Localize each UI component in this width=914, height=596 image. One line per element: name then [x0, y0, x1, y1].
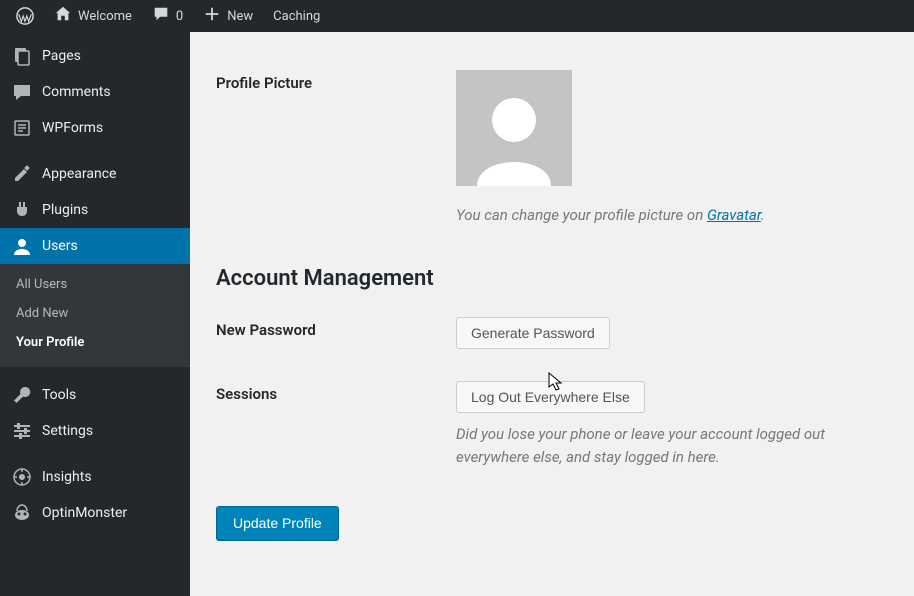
wp-logo[interactable] — [8, 0, 42, 32]
update-profile-button[interactable]: Update Profile — [216, 506, 339, 540]
new-password-label: New Password — [216, 301, 456, 365]
comment-icon — [152, 5, 170, 27]
sidebar-item-label: OptinMonster — [42, 505, 127, 521]
site-title: Welcome — [78, 9, 132, 24]
new-content-link[interactable]: New — [195, 0, 261, 32]
sidebar-item-label: Tools — [42, 387, 76, 403]
sidebar-submenu: All UsersAdd NewYour Profile — [0, 264, 190, 367]
sidebar-item-label: Settings — [42, 423, 93, 439]
sidebar-item-users[interactable]: Users — [0, 228, 190, 264]
sidebar-item-insights[interactable]: Insights — [0, 459, 190, 495]
users-icon — [12, 236, 32, 256]
admin-sidebar: Pages Comments WPForms Appearance Plugins Use… — [0, 32, 190, 596]
gravatar-desc: You can change your profile picture on G… — [456, 206, 888, 224]
appearance-icon — [12, 164, 32, 184]
sidebar-item-label: Pages — [42, 48, 81, 64]
account-management-heading: Account Management — [216, 266, 888, 291]
comments-link[interactable]: 0 — [144, 0, 191, 32]
sidebar-item-label: Plugins — [42, 202, 88, 218]
home-icon — [54, 5, 72, 27]
caching-label: Caching — [273, 9, 320, 24]
caching-link[interactable]: Caching — [265, 0, 328, 32]
sidebar-item-label: Users — [42, 238, 78, 254]
profile-picture-label: Profile Picture — [216, 54, 456, 240]
sidebar-subitem-your-profile[interactable]: Your Profile — [0, 328, 190, 357]
optin-icon — [12, 503, 32, 523]
sidebar-item-appearance[interactable]: Appearance — [0, 156, 190, 192]
logout-everywhere-button[interactable]: Log Out Everywhere Else — [456, 381, 645, 413]
comments-icon — [12, 82, 32, 102]
sessions-label: Sessions — [216, 365, 456, 484]
sidebar-subitem-all-users[interactable]: All Users — [0, 270, 190, 299]
plugins-icon — [12, 200, 32, 220]
tools-icon — [12, 385, 32, 405]
admin-bar: Welcome 0 New Caching — [0, 0, 914, 32]
comments-count: 0 — [176, 9, 183, 24]
sidebar-item-pages[interactable]: Pages — [0, 38, 190, 74]
wpforms-icon — [12, 118, 32, 138]
profile-content: Profile Picture You can change your prof… — [190, 32, 914, 596]
sidebar-item-wpforms[interactable]: WPForms — [0, 110, 190, 146]
plus-icon — [203, 5, 221, 27]
sidebar-item-plugins[interactable]: Plugins — [0, 192, 190, 228]
sidebar-item-label: Appearance — [42, 166, 116, 182]
site-link[interactable]: Welcome — [46, 0, 140, 32]
sidebar-item-settings[interactable]: Settings — [0, 413, 190, 449]
sidebar-item-comments[interactable]: Comments — [0, 74, 190, 110]
sidebar-subitem-add-new[interactable]: Add New — [0, 299, 190, 328]
generate-password-button[interactable]: Generate Password — [456, 317, 610, 349]
sessions-description: Did you lose your phone or leave your ac… — [456, 423, 876, 468]
sidebar-item-label: Comments — [42, 84, 111, 100]
avatar-placeholder — [456, 70, 572, 186]
new-label: New — [227, 9, 253, 24]
insights-icon — [12, 467, 32, 487]
sidebar-item-optinmonster[interactable]: OptinMonster — [0, 495, 190, 531]
pages-icon — [12, 46, 32, 66]
sidebar-item-tools[interactable]: Tools — [0, 377, 190, 413]
gravatar-link[interactable]: Gravatar — [707, 206, 761, 224]
sidebar-item-label: Insights — [42, 469, 92, 485]
avatar-icon — [469, 86, 559, 186]
settings-icon — [12, 421, 32, 441]
sidebar-item-label: WPForms — [42, 120, 103, 136]
